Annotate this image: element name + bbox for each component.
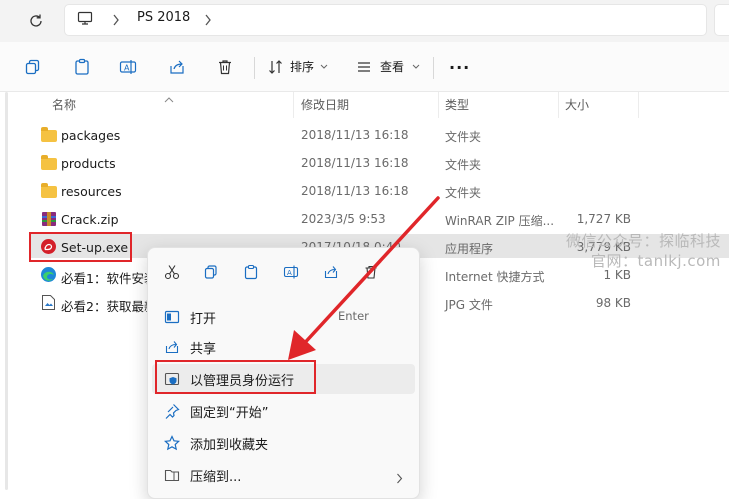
file-type: 文件夹 — [445, 186, 482, 200]
cut-icon — [164, 265, 180, 280]
menu-item-label: 固定到“开始” — [190, 406, 269, 421]
sort-ascending-icon — [164, 88, 174, 107]
file-type: JPG 文件 — [445, 298, 493, 312]
cut-button[interactable] — [162, 262, 182, 282]
toolbar-separator — [254, 57, 255, 79]
file-type: 应用程序 — [445, 242, 494, 256]
open-icon — [162, 307, 182, 327]
edge-shortcut-icon — [40, 266, 57, 287]
search-input[interactable] — [714, 4, 729, 36]
more-options-button[interactable]: ... — [449, 54, 470, 73]
file-name: 必看2：获取最新 — [61, 299, 157, 314]
file-type: Internet 快捷方式 — [445, 270, 545, 284]
menu-item-label: 添加到收藏夹 — [190, 438, 269, 453]
file-name: packages — [61, 128, 121, 143]
refresh-button[interactable] — [24, 9, 48, 33]
copy-icon — [25, 59, 40, 75]
image-file-icon — [41, 294, 56, 315]
svg-text:A: A — [124, 64, 130, 73]
menu-item-compress-to[interactable]: 压缩到... — [152, 460, 415, 490]
view-button[interactable]: 查看 — [356, 58, 420, 75]
archive-icon — [162, 465, 182, 485]
view-list-icon — [358, 61, 370, 72]
sort-button[interactable]: 排序 — [268, 58, 328, 75]
folder-icon — [41, 183, 57, 198]
column-header-modified[interactable]: 修改日期 — [301, 96, 349, 113]
annotation-arrow-icon — [288, 196, 440, 360]
this-pc-icon — [77, 10, 93, 30]
chevron-right-icon — [112, 11, 120, 30]
file-type: 文件夹 — [445, 158, 482, 172]
file-row[interactable]: products 2018/11/13 16:18 文件夹 — [30, 151, 729, 175]
pin-icon — [162, 401, 182, 421]
toolbar-separator — [433, 57, 434, 79]
delete-icon — [219, 60, 231, 75]
column-header-name[interactable]: 名称 — [52, 96, 76, 113]
share-button[interactable] — [166, 56, 188, 78]
sort-label: 排序 — [290, 60, 315, 74]
annotation-highlight-file — [29, 232, 132, 262]
file-name: resources — [61, 184, 122, 199]
scrollbar[interactable] — [5, 92, 8, 490]
delete-button[interactable] — [214, 56, 236, 78]
rename-button[interactable]: A — [117, 56, 139, 78]
chevron-down-icon — [412, 64, 420, 69]
share-icon — [170, 60, 184, 74]
menu-item-pin-to-start[interactable]: 固定到“开始” — [152, 396, 415, 426]
menu-item-label: 共享 — [190, 342, 217, 357]
paste-button[interactable] — [241, 262, 261, 282]
column-divider[interactable] — [638, 92, 639, 118]
copy-icon — [204, 265, 217, 279]
menu-item-add-to-favorites[interactable]: 添加到收藏夹 — [152, 428, 415, 458]
paste-icon — [75, 58, 89, 75]
share-icon — [162, 337, 182, 357]
column-divider[interactable] — [293, 92, 294, 118]
copy-button[interactable] — [201, 262, 221, 282]
view-label: 查看 — [380, 60, 405, 74]
winrar-archive-icon — [40, 210, 58, 232]
menu-item-label: 打开 — [190, 312, 217, 327]
watermark-line1: 微信公众号：探临科技 — [566, 232, 722, 250]
column-divider[interactable] — [558, 92, 559, 118]
file-row[interactable]: packages 2018/11/13 16:18 文件夹 — [30, 123, 729, 147]
file-modified: 2018/11/13 16:18 — [301, 128, 409, 142]
watermark-line2: 官网：tanlkj.com — [591, 252, 721, 270]
copy-button[interactable] — [22, 56, 44, 78]
menu-item-label: 压缩到... — [190, 470, 242, 485]
column-divider[interactable] — [438, 92, 439, 118]
file-name: products — [61, 156, 116, 171]
breadcrumb-item[interactable]: PS 2018 — [137, 10, 190, 25]
column-header-type[interactable]: 类型 — [445, 96, 469, 113]
chevron-down-icon — [320, 64, 328, 69]
file-size: 1,727 KB — [576, 212, 631, 226]
file-type: 文件夹 — [445, 130, 482, 144]
sort-icon — [269, 59, 282, 74]
file-type: WinRAR ZIP 压缩... — [445, 214, 555, 228]
star-icon — [162, 433, 182, 453]
paste-icon — [244, 264, 258, 280]
file-size: 98 KB — [595, 296, 631, 310]
refresh-icon — [30, 14, 42, 27]
column-header-size[interactable]: 大小 — [565, 96, 589, 113]
paste-button[interactable] — [71, 56, 93, 78]
rename-icon: A — [119, 60, 137, 74]
file-name: 必看1：软件安装 — [61, 271, 157, 286]
file-name: Crack.zip — [61, 212, 119, 227]
folder-icon — [41, 155, 57, 170]
chevron-right-icon — [396, 469, 403, 488]
chevron-right-icon — [204, 11, 212, 30]
folder-icon — [41, 127, 57, 142]
file-modified: 2018/11/13 16:18 — [301, 156, 409, 170]
